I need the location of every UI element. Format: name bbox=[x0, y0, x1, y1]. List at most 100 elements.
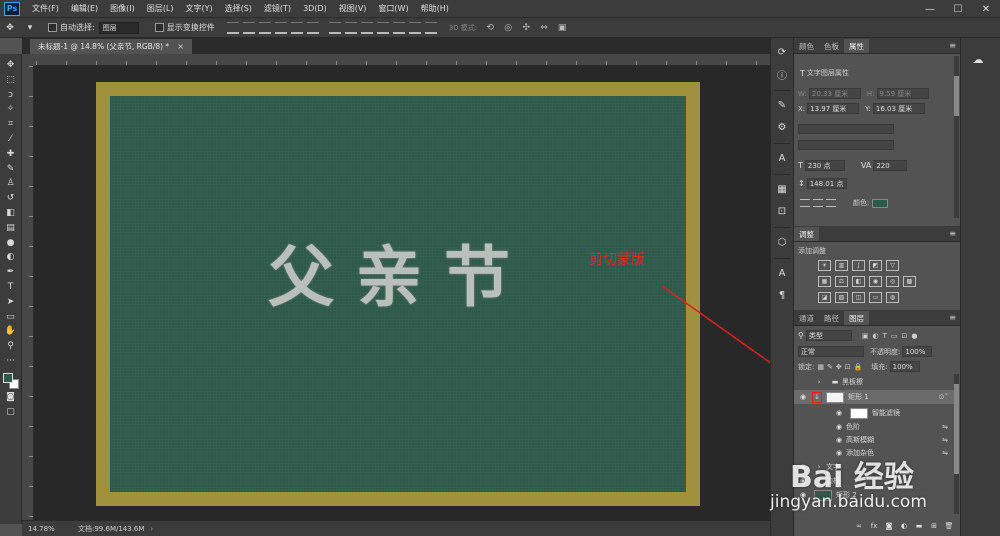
x-field[interactable]: 13.97 厘米 bbox=[807, 103, 860, 114]
levels-icon[interactable]: ▥ bbox=[835, 260, 848, 271]
filter-row[interactable]: ◉ 添加杂色 ⇋ bbox=[794, 446, 954, 460]
distribute-bottom-icon[interactable] bbox=[360, 21, 373, 34]
libraries-icon[interactable]: ☁ bbox=[969, 52, 987, 66]
menu-type[interactable]: 文字(Y) bbox=[179, 3, 218, 14]
smart-filters-row[interactable]: ◉ 智能滤镜 bbox=[794, 406, 954, 420]
document-tab[interactable]: 未标题-1 @ 14.8% (父亲节, RGB/8) * × bbox=[30, 39, 192, 54]
magic-wand-icon[interactable]: ✧ bbox=[3, 102, 19, 116]
vertical-ruler[interactable] bbox=[22, 66, 34, 520]
roll-3d-icon[interactable]: ◎ bbox=[501, 22, 515, 34]
layer-row[interactable]: ◉ › 文字 bbox=[794, 460, 954, 474]
path-select-icon[interactable]: ➤ bbox=[3, 295, 19, 309]
add-mask-icon[interactable]: ◙ bbox=[884, 521, 894, 531]
auto-select-checkbox[interactable] bbox=[48, 23, 57, 32]
menu-layer[interactable]: 图层(L) bbox=[141, 3, 180, 14]
align-right-text-icon[interactable] bbox=[826, 199, 836, 207]
lock-icons[interactable]: ▦✎✥⊡🔒 bbox=[817, 363, 865, 371]
zoom-icon[interactable]: ⚲ bbox=[3, 339, 19, 353]
brush-settings-icon[interactable]: ✎ bbox=[774, 97, 790, 113]
orbit-3d-icon[interactable]: ⟲ bbox=[483, 22, 497, 34]
align-center-text-icon[interactable] bbox=[813, 199, 823, 207]
align-left-icon[interactable] bbox=[274, 21, 287, 34]
new-group-icon[interactable]: ▬ bbox=[914, 521, 924, 531]
fill-field[interactable]: 100% bbox=[889, 361, 920, 372]
clone-source-icon[interactable]: ⊡ bbox=[774, 203, 790, 219]
visibility-eye-icon[interactable]: ◉ bbox=[798, 490, 808, 500]
distribute-left-icon[interactable] bbox=[376, 21, 389, 34]
tab-paths[interactable]: 路径 bbox=[819, 311, 844, 325]
horizontal-ruler[interactable] bbox=[36, 54, 770, 66]
filter-row[interactable]: ◉ 色阶 ⇋ bbox=[794, 420, 954, 434]
scrollbar-thumb[interactable] bbox=[954, 76, 959, 116]
character-icon[interactable]: A bbox=[774, 150, 790, 166]
chevron-right-icon[interactable]: › bbox=[814, 462, 824, 472]
panel-menu-icon[interactable]: ≡ bbox=[949, 229, 956, 238]
tracking-field[interactable]: 220 bbox=[873, 160, 908, 171]
gradient-icon[interactable]: ▤ bbox=[3, 221, 19, 235]
screen-mode-icon[interactable]: ▢ bbox=[3, 405, 19, 419]
color-swatches[interactable] bbox=[2, 372, 20, 390]
rectangle-icon[interactable]: ▭ bbox=[3, 310, 19, 324]
visibility-eye-icon[interactable]: ◉ bbox=[798, 462, 808, 472]
eraser-icon[interactable]: ◧ bbox=[3, 206, 19, 220]
marquee-icon[interactable]: ⬚ bbox=[3, 73, 19, 87]
visibility-eye-icon[interactable]: ◉ bbox=[834, 408, 844, 418]
history-brush-icon[interactable]: ↺ bbox=[3, 191, 19, 205]
opacity-field[interactable]: 100% bbox=[902, 346, 933, 357]
tab-swatches[interactable]: 色板 bbox=[819, 39, 844, 53]
layer-filter-icons[interactable]: ▣◐T▭⊡● bbox=[862, 332, 922, 340]
filter-row[interactable]: ◉ 高斯模糊 ⇋ bbox=[794, 433, 954, 447]
zoom-level[interactable]: 14.78% bbox=[28, 525, 68, 533]
align-top-icon[interactable] bbox=[226, 21, 239, 34]
height-field[interactable]: 9.59 厘米 bbox=[876, 88, 929, 99]
eyedropper-icon[interactable]: ⁄ bbox=[3, 132, 19, 146]
layer-row[interactable]: ◉ 矩形 2 bbox=[794, 488, 954, 502]
menu-image[interactable]: 图像(I) bbox=[104, 3, 141, 14]
new-layer-icon[interactable]: ⊞ bbox=[929, 521, 939, 531]
align-hcenter-icon[interactable] bbox=[290, 21, 303, 34]
visibility-eye-icon[interactable]: ◉ bbox=[798, 392, 808, 402]
visibility-eye-icon[interactable] bbox=[798, 377, 808, 387]
blend-mode-dropdown[interactable]: 正常 bbox=[798, 346, 864, 357]
crop-icon[interactable]: ⌗ bbox=[3, 117, 19, 131]
distribute-hcenter-icon[interactable] bbox=[392, 21, 405, 34]
pan-3d-icon[interactable]: ✣ bbox=[519, 22, 533, 34]
channel-mixer-icon[interactable]: ◎ bbox=[886, 276, 899, 287]
fx-icon[interactable]: fx bbox=[869, 521, 879, 531]
hand-icon[interactable]: ✋ bbox=[3, 324, 19, 338]
menu-help[interactable]: 帮助(H) bbox=[415, 3, 455, 14]
slide-3d-icon[interactable]: ⇔ bbox=[537, 22, 551, 34]
scrollbar-thumb[interactable] bbox=[954, 384, 959, 474]
font-size-field[interactable]: 230 点 bbox=[804, 160, 845, 171]
color-lookup-icon[interactable]: ▩ bbox=[903, 276, 916, 287]
foreground-color-swatch[interactable] bbox=[2, 372, 13, 383]
layer-group-row[interactable]: › ▬ 黑板擦 bbox=[794, 375, 954, 389]
color-balance-icon[interactable]: ⚖ bbox=[835, 276, 848, 287]
type-icon[interactable]: T bbox=[3, 280, 19, 294]
distribute-right-icon[interactable] bbox=[408, 21, 421, 34]
visibility-eye-icon[interactable]: ◉ bbox=[798, 476, 808, 486]
layer-row[interactable]: ◉ › 边框 bbox=[794, 474, 954, 488]
distribute-top-icon[interactable] bbox=[328, 21, 341, 34]
curves-icon[interactable]: ∫ bbox=[852, 260, 865, 271]
filter-options-icon[interactable]: ⇋ bbox=[942, 449, 948, 457]
tab-color[interactable]: 颜色 bbox=[794, 39, 819, 53]
align-vcenter-icon[interactable] bbox=[242, 21, 255, 34]
exposure-icon[interactable]: ◩ bbox=[869, 260, 882, 271]
history-icon[interactable]: ⟳ bbox=[774, 44, 790, 60]
menu-file[interactable]: 文件(F) bbox=[26, 3, 65, 14]
align-left-text-icon[interactable] bbox=[800, 199, 810, 207]
layer-row-selected[interactable]: ◉ ↓ 矩形 1 ⊙˅ bbox=[794, 390, 954, 404]
chevron-right-icon[interactable]: › bbox=[814, 476, 824, 486]
properties-scrollbar[interactable] bbox=[954, 56, 959, 218]
move-tool-icon[interactable]: ✥ bbox=[3, 21, 17, 35]
panel-menu-icon[interactable]: ≡ bbox=[949, 313, 956, 322]
close-icon[interactable]: × bbox=[177, 42, 184, 51]
threshold-icon[interactable]: ◫ bbox=[852, 292, 865, 303]
invert-icon[interactable]: ◪ bbox=[818, 292, 831, 303]
distribute-vcenter-icon[interactable] bbox=[344, 21, 357, 34]
visibility-eye-icon[interactable]: ◉ bbox=[834, 422, 844, 432]
show-transform-checkbox[interactable] bbox=[154, 23, 164, 32]
healing-icon[interactable]: ✚ bbox=[3, 147, 19, 161]
tool-presets-icon[interactable]: ⚙ bbox=[774, 119, 790, 135]
